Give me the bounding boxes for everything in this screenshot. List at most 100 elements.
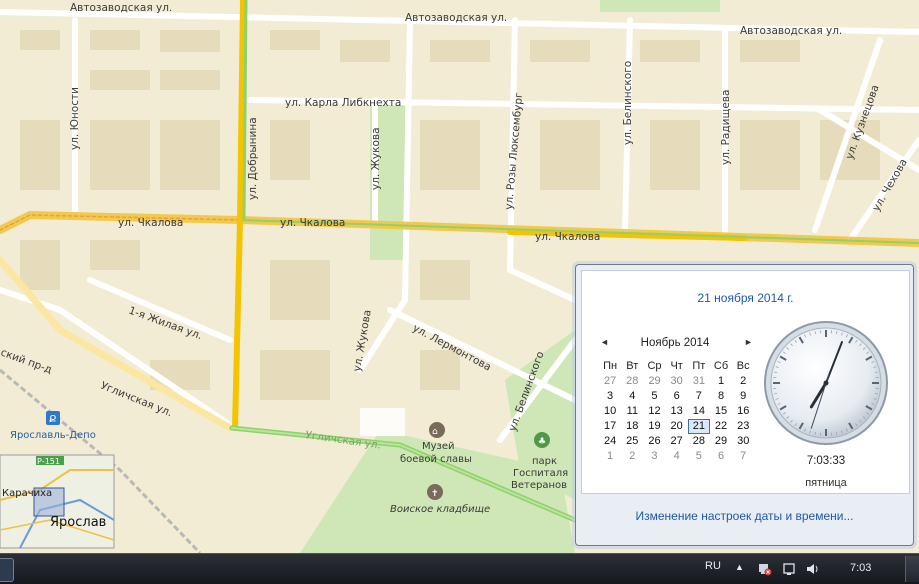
action-center-icon[interactable]: [782, 562, 796, 576]
street-label: ул. Карла Либкнехта: [285, 97, 401, 109]
street-label: ул. Чкалова: [535, 231, 600, 243]
calendar-day[interactable]: 1: [710, 374, 732, 389]
calendar-header: ◄ Ноябрь 2014 ►: [600, 337, 750, 351]
calendar-day[interactable]: 26: [643, 434, 665, 449]
weekday-label: Чт: [666, 359, 688, 374]
calendar-day[interactable]: 18: [621, 419, 643, 434]
calendar-day[interactable]: 25: [621, 434, 643, 449]
calendar-day[interactable]: 30: [732, 434, 754, 449]
calendar-day[interactable]: 2: [732, 374, 754, 389]
calendar-grid: ПнВтСрЧтПтСбВс 2728293031123456789101112…: [599, 359, 754, 464]
street-label: ул. Чкалова: [118, 217, 183, 229]
minimap-city: Ярослав: [50, 515, 106, 530]
calendar-day-other-month[interactable]: 5: [688, 449, 710, 464]
calendar-day-other-month[interactable]: 2: [621, 449, 643, 464]
calendar-day[interactable]: 17: [599, 419, 621, 434]
train-glyph: Ք: [49, 414, 57, 425]
calendar-day[interactable]: 12: [643, 404, 665, 419]
tree-glyph: ♣: [538, 437, 546, 447]
month-title[interactable]: Ноябрь 2014: [620, 337, 730, 349]
calendar-week-row: 17181920212223: [599, 419, 754, 434]
calendar-day[interactable]: 5: [643, 389, 665, 404]
taskbar-clock[interactable]: 7:03: [850, 562, 871, 574]
calendar-day-today[interactable]: 21: [688, 419, 710, 434]
weekday-label: Пн: [599, 359, 621, 374]
street-label: Автозаводская ул.: [405, 12, 507, 24]
calendar-week-row: 10111213141516: [599, 404, 754, 419]
calendar-week-row: 3456789: [599, 389, 754, 404]
clock-digital-time: 7:03:33: [762, 455, 890, 467]
calendar-day[interactable]: 23: [732, 419, 754, 434]
calendar-day-other-month[interactable]: 3: [643, 449, 665, 464]
calendar-day-other-month[interactable]: 7: [732, 449, 754, 464]
calendar-day[interactable]: 10: [599, 404, 621, 419]
minimap-town: Карачиха: [2, 488, 52, 499]
calendar-day-other-month[interactable]: 29: [643, 374, 665, 389]
calendar-day[interactable]: 8: [710, 389, 732, 404]
street-label: Автозаводская ул.: [740, 25, 842, 37]
calendar-day[interactable]: 28: [688, 434, 710, 449]
weekday-label: Вс: [732, 359, 754, 374]
calendar-day-other-month[interactable]: 30: [666, 374, 688, 389]
weekday-row: ПнВтСрЧтПтСбВс: [599, 359, 754, 374]
park-label: Госпиталя: [513, 468, 568, 479]
start-button[interactable]: [0, 558, 14, 582]
show-hidden-icons-button[interactable]: ▲: [735, 562, 744, 572]
street-label: ул. Радищева: [720, 90, 732, 165]
weekday-label: Сб: [710, 359, 732, 374]
clock-weekday: пятница: [762, 477, 890, 489]
cemetery-glyph: ✝: [431, 489, 439, 499]
show-desktop-button[interactable]: [905, 556, 919, 582]
volume-icon[interactable]: [806, 562, 820, 576]
calendar-day[interactable]: 13: [666, 404, 688, 419]
street-label: ул. Чкалова: [280, 217, 345, 229]
calendar-day[interactable]: 15: [710, 404, 732, 419]
calendar-day-other-month[interactable]: 27: [599, 374, 621, 389]
street-label: ул. Жукова: [370, 127, 382, 190]
calendar-day[interactable]: 22: [710, 419, 732, 434]
calendar-day[interactable]: 3: [599, 389, 621, 404]
calendar-day-other-month[interactable]: 6: [710, 449, 732, 464]
calendar-week-row: 272829303112: [599, 374, 754, 389]
calendar-week-row: 1234567: [599, 449, 754, 464]
museum-glyph: ⌂: [432, 427, 438, 437]
calendar-week-row: 24252627282930: [599, 434, 754, 449]
calendar-day[interactable]: 14: [688, 404, 710, 419]
calendar-day[interactable]: 20: [666, 419, 688, 434]
weekday-label: Вт: [621, 359, 643, 374]
plaza: [360, 408, 405, 436]
museum-label: Музей: [422, 441, 455, 452]
weekday-label: Пт: [688, 359, 710, 374]
station-label: Ярославль-Депо: [10, 430, 96, 441]
road-badge-label: Р-151: [37, 457, 60, 466]
calendar-day[interactable]: 16: [732, 404, 754, 419]
analog-clock: [762, 319, 890, 447]
park-label: Ветеранов: [511, 480, 567, 491]
calendar-day-other-month[interactable]: 31: [688, 374, 710, 389]
clock-center: [824, 381, 829, 386]
street-label: Автозаводская ул.: [70, 2, 172, 14]
calendar-day[interactable]: 19: [643, 419, 665, 434]
calendar-day[interactable]: 6: [666, 389, 688, 404]
calendar-day[interactable]: 7: [688, 389, 710, 404]
calendar-day[interactable]: 9: [732, 389, 754, 404]
date-time-flyout: 21 ноября 2014 г. ◄ Ноябрь 2014 ► ПнВтСр…: [575, 264, 914, 546]
language-indicator[interactable]: RU: [705, 560, 721, 572]
calendar-day[interactable]: 27: [666, 434, 688, 449]
calendar-day[interactable]: 4: [621, 389, 643, 404]
calendar-day[interactable]: 29: [710, 434, 732, 449]
museum-label: боевой славы: [400, 454, 472, 465]
next-month-button[interactable]: ►: [744, 337, 753, 347]
calendar-day-other-month[interactable]: 1: [599, 449, 621, 464]
calendar-day-other-month[interactable]: 28: [621, 374, 643, 389]
street-label: ул. Белинского: [622, 61, 634, 145]
calendar-day[interactable]: 24: [599, 434, 621, 449]
taskbar: RU ▲ 7:03: [0, 553, 919, 584]
network-error-icon[interactable]: [758, 562, 772, 576]
full-date-link[interactable]: 21 ноября 2014 г.: [582, 291, 909, 305]
calendar-day-other-month[interactable]: 4: [666, 449, 688, 464]
calendar-day[interactable]: 11: [621, 404, 643, 419]
prev-month-button[interactable]: ◄: [600, 337, 609, 347]
change-datetime-settings-link[interactable]: Изменение настроек даты и времени...: [576, 509, 913, 523]
minimap[interactable]: Р-151 Карачиха Ярослав: [0, 455, 114, 548]
